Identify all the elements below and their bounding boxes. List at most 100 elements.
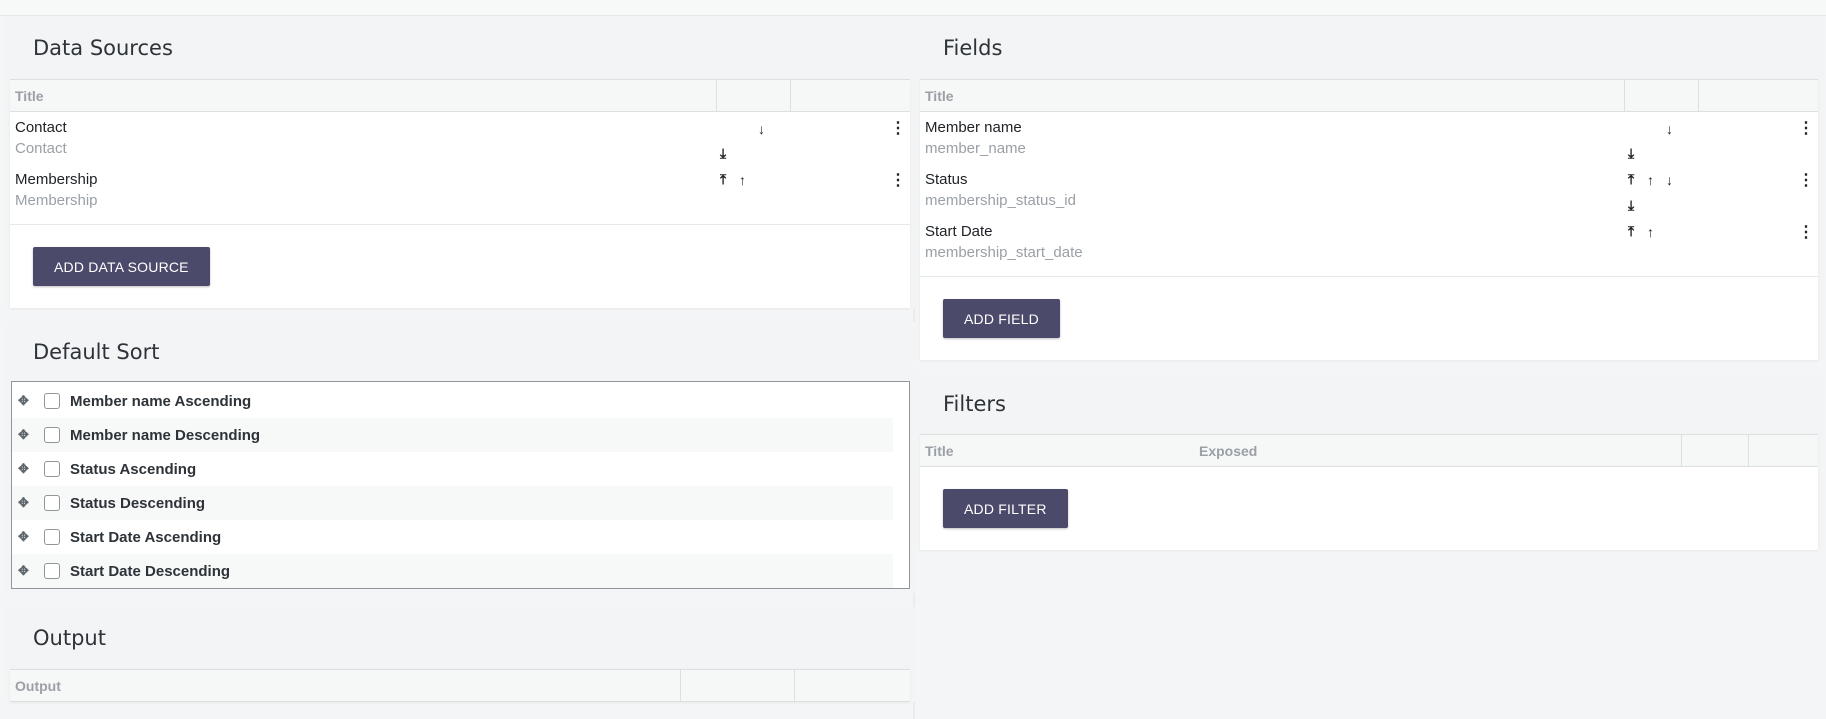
kebab-menu-icon[interactable]: ⋮: [890, 120, 906, 137]
data-sources-card: Title Contact Contact ↓ ⤓ ⋮ Membership M…: [10, 79, 910, 308]
move-to-top-icon[interactable]: ⤒: [1628, 172, 1634, 186]
column-header-order: [1623, 79, 1698, 112]
sort-checkbox[interactable]: [44, 563, 60, 579]
sort-checkbox[interactable]: [44, 461, 60, 477]
row-subtitle: membership_status_id: [925, 192, 1076, 209]
default-sort-section: Default Sort ✥ Member name Ascending ✥ M…: [5, 322, 915, 593]
sort-checkbox[interactable]: [44, 427, 60, 443]
move-to-top-icon[interactable]: ⤒: [720, 172, 726, 186]
arrow-up-icon[interactable]: ↑: [1647, 173, 1654, 187]
data-sources-heading: Data Sources: [33, 35, 173, 60]
drag-handle-icon[interactable]: ✥: [18, 461, 34, 477]
data-sources-section: Data Sources Title Contact Contact ↓ ⤓ ⋮…: [5, 16, 915, 308]
data-sources-footer: ADD DATA SOURCE: [10, 224, 910, 308]
fields-header: Fields: [920, 16, 1818, 79]
sort-label: Status Descending: [70, 494, 206, 512]
kebab-menu-icon[interactable]: ⋮: [1798, 224, 1814, 241]
column-header-title: Title: [920, 79, 1624, 112]
filters-table: Title Exposed: [920, 434, 1818, 467]
kebab-menu-icon[interactable]: ⋮: [1798, 120, 1814, 137]
fields-footer: ADD FIELD: [920, 276, 1818, 360]
column-header-title: Title: [920, 434, 1194, 467]
filters-header: Filters: [920, 374, 1818, 434]
kebab-menu-icon[interactable]: ⋮: [890, 172, 906, 189]
sort-label: Member name Descending: [70, 426, 261, 444]
default-sort-list: ✥ Member name Ascending ✥ Member name De…: [11, 381, 910, 589]
sort-checkbox[interactable]: [44, 529, 60, 545]
output-table: Output: [10, 669, 910, 702]
table-row: Status membership_status_id ⤒ ↑ ↓ ⤓ ⋮: [920, 164, 1818, 216]
data-sources-table: Title Contact Contact ↓ ⤓ ⋮ Membership M…: [10, 79, 910, 224]
table-row: Contact Contact ↓ ⤓ ⋮: [10, 112, 910, 165]
drag-handle-icon[interactable]: ✥: [18, 563, 34, 579]
list-item: ✥ Status Descending: [12, 486, 893, 520]
sort-label: Start Date Descending: [70, 562, 231, 580]
top-bar: [0, 0, 1826, 16]
output-section: Output Output: [5, 607, 915, 702]
move-to-bottom-icon[interactable]: ⤓: [1628, 198, 1634, 212]
row-title: Contact: [15, 119, 67, 136]
table-row: Membership Membership ⤒ ↑ ⋮: [10, 164, 910, 224]
move-to-bottom-icon[interactable]: ⤓: [720, 146, 726, 160]
arrow-down-icon[interactable]: ↓: [1666, 122, 1673, 136]
drag-handle-icon[interactable]: ✥: [18, 393, 34, 409]
row-title: Start Date: [925, 223, 993, 240]
filters-section: Filters Title Exposed ADD FILTER: [915, 374, 1823, 550]
fields-section: Fields Title Member name member_name ↓ ⤓…: [915, 16, 1823, 360]
column-header-order: [679, 669, 794, 702]
arrow-up-icon[interactable]: ↑: [739, 173, 746, 187]
row-title: Status: [925, 171, 968, 188]
add-field-button[interactable]: ADD FIELD: [943, 299, 1060, 338]
sort-label: Start Date Ascending: [70, 528, 222, 546]
list-item: ✥ Start Date Ascending: [12, 520, 893, 554]
column-header-output: Output: [10, 669, 680, 702]
row-subtitle: membership_start_date: [925, 244, 1083, 261]
column-header-actions: [1697, 79, 1818, 112]
list-item: ✥ Member name Descending: [12, 418, 893, 452]
column-header-actions: [1747, 434, 1818, 467]
drag-handle-icon[interactable]: ✥: [18, 529, 34, 545]
sort-label: Status Ascending: [70, 460, 197, 478]
column-header-actions: [793, 669, 910, 702]
sort-label: Member name Ascending: [70, 392, 252, 410]
row-subtitle: Membership: [15, 192, 98, 209]
row-subtitle: member_name: [925, 140, 1026, 157]
column-header-exposed: Exposed: [1194, 434, 1681, 467]
add-data-source-button[interactable]: ADD DATA SOURCE: [33, 247, 210, 286]
table-row: Start Date membership_start_date ⤒ ↑ ⋮: [920, 216, 1818, 276]
row-subtitle: Contact: [15, 140, 67, 157]
list-item: ✥ Status Ascending: [12, 452, 893, 486]
column-header-title: Title: [10, 79, 716, 112]
move-to-bottom-icon[interactable]: ⤓: [1628, 146, 1634, 160]
filters-card: Title Exposed ADD FILTER: [920, 434, 1818, 550]
list-item: ✥ Start Date Descending: [12, 554, 893, 588]
right-column: Fields Title Member name member_name ↓ ⤓…: [915, 16, 1823, 564]
output-heading: Output: [33, 626, 106, 650]
filters-heading: Filters: [943, 392, 1006, 416]
default-sort-heading: Default Sort: [33, 339, 160, 364]
fields-table: Title Member name member_name ↓ ⤓ ⋮ Stat…: [920, 79, 1818, 276]
fields-card: Title Member name member_name ↓ ⤓ ⋮ Stat…: [920, 79, 1818, 360]
data-sources-header: Data Sources: [10, 16, 910, 79]
sort-checkbox[interactable]: [44, 495, 60, 511]
default-sort-header: Default Sort: [10, 322, 910, 381]
row-title: Membership: [15, 171, 98, 188]
drag-handle-icon[interactable]: ✥: [18, 427, 34, 443]
drag-handle-icon[interactable]: ✥: [18, 495, 34, 511]
move-to-top-icon[interactable]: ⤒: [1628, 224, 1634, 238]
table-row: Member name member_name ↓ ⤓ ⋮: [920, 112, 1818, 165]
kebab-menu-icon[interactable]: ⋮: [1798, 172, 1814, 189]
add-filter-button[interactable]: ADD FILTER: [943, 489, 1068, 528]
left-column: Data Sources Title Contact Contact ↓ ⤓ ⋮…: [5, 16, 915, 716]
arrow-down-icon[interactable]: ↓: [758, 122, 765, 136]
arrow-up-icon[interactable]: ↑: [1647, 225, 1654, 239]
output-header: Output: [10, 607, 910, 669]
column-header-order: [1680, 434, 1748, 467]
fields-heading: Fields: [943, 35, 1003, 60]
arrow-down-icon[interactable]: ↓: [1666, 173, 1673, 187]
output-card: Output: [10, 669, 910, 702]
column-header-actions: [789, 79, 910, 112]
list-item: ✥ Member name Ascending: [12, 384, 893, 418]
sort-checkbox[interactable]: [44, 393, 60, 409]
row-title: Member name: [925, 119, 1022, 136]
